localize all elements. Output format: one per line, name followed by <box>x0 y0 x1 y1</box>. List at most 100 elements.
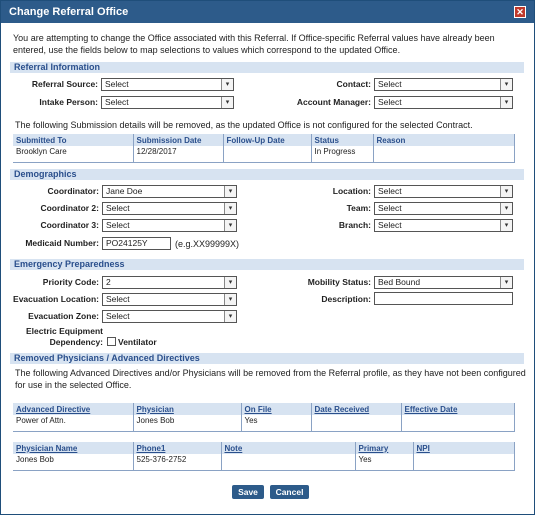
priority-code-select[interactable]: 2 ▾ <box>102 276 237 289</box>
description-input[interactable] <box>374 292 513 305</box>
evacuation-zone-select[interactable]: Select ▾ <box>102 310 237 323</box>
mobility-status-label: Mobility Status: <box>307 277 371 287</box>
col-primary[interactable]: Primary <box>355 442 414 454</box>
chevron-down-icon: ▾ <box>500 186 512 197</box>
account-manager-label: Account Manager: <box>296 97 371 107</box>
ventilator-label: Ventilator <box>118 337 157 347</box>
evacuation-location-value: Select <box>106 294 130 304</box>
col-submitted-to: Submitted To <box>13 134 134 146</box>
chevron-down-icon: ▾ <box>500 97 512 108</box>
team-value: Select <box>378 203 402 213</box>
chevron-down-icon: ▾ <box>224 203 236 214</box>
col-physician[interactable]: Physician <box>133 403 242 415</box>
chevron-down-icon: ▾ <box>224 311 236 322</box>
coordinator-2-value: Select <box>106 203 130 213</box>
contact-label: Contact: <box>336 79 371 89</box>
contact-select[interactable]: Select ▾ <box>374 78 513 91</box>
chevron-down-icon: ▾ <box>224 294 236 305</box>
submission-table: Submitted To Submission Date Follow-Up D… <box>13 134 515 163</box>
branch-select[interactable]: Select ▾ <box>374 219 513 232</box>
close-icon[interactable]: ✕ <box>514 6 526 18</box>
chevron-down-icon: ▾ <box>221 79 233 90</box>
medicaid-number-hint: (e.g.XX99999X) <box>175 239 240 249</box>
mobility-status-value: Bed Bound <box>378 277 421 287</box>
cell-effective-date <box>401 415 515 432</box>
col-effective-date[interactable]: Effective Date <box>401 403 515 415</box>
branch-label: Branch: <box>338 220 371 230</box>
referral-source-value: Select <box>105 79 129 89</box>
cell-primary: Yes <box>355 454 414 471</box>
evacuation-zone-label: Evacuation Zone: <box>28 311 99 321</box>
location-value: Select <box>378 186 402 196</box>
coordinator-3-label: Coordinator 3: <box>40 220 99 230</box>
intake-person-label: Intake Person: <box>39 97 98 107</box>
physicians-table: Physician Name Phone1 Note Primary NPI J… <box>13 442 515 471</box>
description-label: Description: <box>321 294 371 304</box>
col-npi[interactable]: NPI <box>413 442 515 454</box>
chevron-down-icon: ▾ <box>221 97 233 108</box>
col-follow-up-date: Follow-Up Date <box>223 134 312 146</box>
chevron-down-icon: ▾ <box>224 220 236 231</box>
chevron-down-icon: ▾ <box>500 277 512 288</box>
col-note[interactable]: Note <box>221 442 356 454</box>
col-advanced-directive[interactable]: Advanced Directive <box>13 403 134 415</box>
location-select[interactable]: Select ▾ <box>374 185 513 198</box>
col-submission-date: Submission Date <box>133 134 224 146</box>
team-label: Team: <box>346 203 371 213</box>
coordinator-value: Jane Doe <box>106 186 143 196</box>
intro-text: You are attempting to change the Office … <box>13 33 495 55</box>
cell-npi <box>413 454 515 471</box>
cell-submitted-to: Brooklyn Care <box>13 146 134 163</box>
intake-person-select[interactable]: Select ▾ <box>101 96 234 109</box>
evacuation-zone-value: Select <box>106 311 130 321</box>
col-reason: Reason <box>373 134 515 146</box>
priority-code-value: 2 <box>106 277 111 287</box>
team-select[interactable]: Select ▾ <box>374 202 513 215</box>
cell-submission-date: 12/28/2017 <box>133 146 224 163</box>
save-button[interactable]: Save <box>232 485 264 499</box>
medicaid-number-label: Medicaid Number: <box>25 238 99 248</box>
chevron-down-icon: ▾ <box>500 79 512 90</box>
coordinator-label: Coordinator: <box>47 186 99 196</box>
medicaid-number-input[interactable]: PO24125Y <box>102 237 171 250</box>
col-phone1[interactable]: Phone1 <box>133 442 222 454</box>
referral-source-select[interactable]: Select ▾ <box>101 78 234 91</box>
chevron-down-icon: ▾ <box>500 220 512 231</box>
evacuation-location-label: Evacuation Location: <box>13 294 99 304</box>
cancel-button[interactable]: Cancel <box>270 485 309 499</box>
submission-note: The following Submission details will be… <box>15 120 473 130</box>
account-manager-select[interactable]: Select ▾ <box>374 96 513 109</box>
cell-date-received <box>311 415 402 432</box>
intake-person-value: Select <box>105 97 129 107</box>
change-referral-office-dialog: Change Referral Office ✕ You are attempt… <box>0 0 535 515</box>
ventilator-checkbox[interactable] <box>107 337 116 346</box>
mobility-status-select[interactable]: Bed Bound ▾ <box>374 276 513 289</box>
chevron-down-icon: ▾ <box>224 277 236 288</box>
col-on-file[interactable]: On File <box>241 403 312 415</box>
cell-note <box>221 454 356 471</box>
cell-on-file: Yes <box>241 415 312 432</box>
cell-physician: Jones Bob <box>133 415 242 432</box>
cell-phone1: 525-376-2752 <box>133 454 222 471</box>
col-date-received[interactable]: Date Received <box>311 403 402 415</box>
account-manager-value: Select <box>378 97 402 107</box>
chevron-down-icon: ▾ <box>500 203 512 214</box>
cell-status: In Progress <box>311 146 374 163</box>
coordinator-2-label: Coordinator 2: <box>40 203 99 213</box>
dialog-title: Change Referral Office <box>1 1 534 23</box>
advanced-directives-table: Advanced Directive Physician On File Dat… <box>13 403 515 432</box>
col-physician-name[interactable]: Physician Name <box>13 442 134 454</box>
section-referral-information: Referral Information <box>10 62 524 73</box>
coordinator-2-select[interactable]: Select ▾ <box>102 202 237 215</box>
evacuation-location-select[interactable]: Select ▾ <box>102 293 237 306</box>
section-removed-physicians: Removed Physicians / Advanced Directives <box>10 353 524 364</box>
cell-physician-name: Jones Bob <box>13 454 134 471</box>
branch-value: Select <box>378 220 402 230</box>
cell-reason <box>373 146 515 163</box>
section-demographics: Demographics <box>10 169 524 180</box>
section-emergency-preparedness: Emergency Preparedness <box>10 259 524 270</box>
coordinator-3-select[interactable]: Select ▾ <box>102 219 237 232</box>
coordinator-select[interactable]: Jane Doe ▾ <box>102 185 237 198</box>
location-label: Location: <box>332 186 371 196</box>
table-row: Brooklyn Care 12/28/2017 In Progress <box>13 146 515 163</box>
